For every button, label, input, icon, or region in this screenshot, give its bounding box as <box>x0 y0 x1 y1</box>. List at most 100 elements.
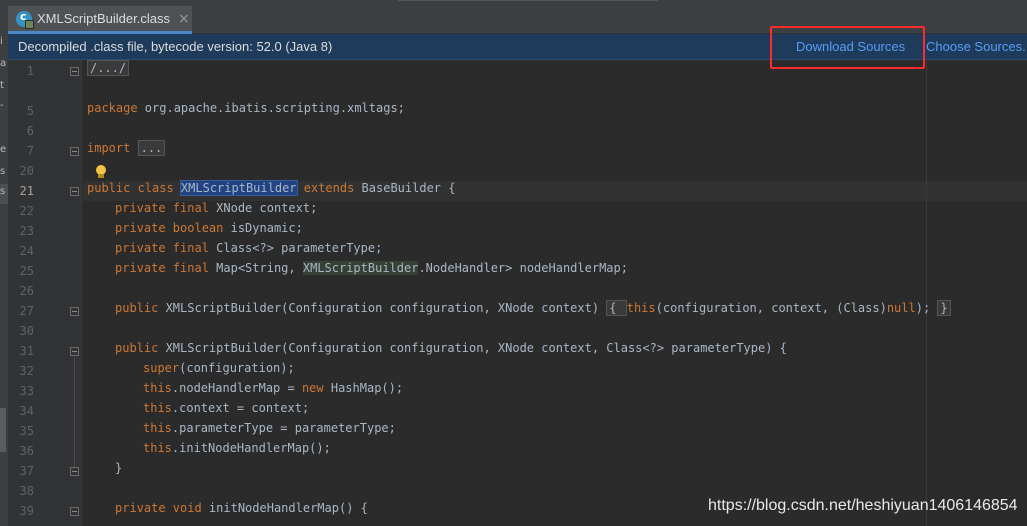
code-line-34[interactable]: this.context = context; <box>143 401 309 421</box>
code-text: XNode context; <box>216 201 318 215</box>
code-line-21[interactable]: public class XMLScriptBuilder extends Ba… <box>87 180 456 201</box>
usage-highlight: XMLScriptBuilder <box>302 261 419 275</box>
line-number: 37 <box>19 464 34 478</box>
selected-identifier: XMLScriptBuilder <box>179 180 298 196</box>
code-text: .context = context; <box>171 401 310 415</box>
fold-toggle-icon[interactable] <box>70 147 79 156</box>
right-margin-guide <box>926 60 927 526</box>
keyword: this <box>626 301 656 315</box>
code-line-22[interactable]: private final XNode context; <box>115 201 317 221</box>
code-text: Class<?> parameterType; <box>216 241 383 255</box>
line-number: 33 <box>19 384 34 398</box>
decompiled-message: Decompiled .class file, bytecode version… <box>18 39 333 54</box>
fold-toggle-icon[interactable] <box>70 307 79 316</box>
code-text: .nodeHandlerMap = <box>171 381 302 395</box>
keyword: private void <box>115 501 209 515</box>
lightbulb-icon[interactable] <box>95 165 106 179</box>
code-text: initNodeHandlerMap() { <box>208 501 368 515</box>
code-line-39[interactable]: private void initNodeHandlerMap() { <box>115 501 368 521</box>
code-text: XMLScriptBuilder(Configuration configura… <box>165 301 607 315</box>
class-file-icon <box>16 10 34 29</box>
code-text: .initNodeHandlerMap(); <box>171 441 331 455</box>
keyword: this <box>143 441 172 455</box>
keyword: null <box>886 301 916 315</box>
current-line-number: 21 <box>19 184 34 198</box>
code-line-35[interactable]: this.parameterType = parameterType; <box>143 421 396 441</box>
code-line-32[interactable]: super(configuration); <box>143 361 295 381</box>
tab-xmlscriptbuilder-class[interactable]: XMLScriptBuilder.class × <box>8 6 192 34</box>
line-number: 30 <box>19 324 34 338</box>
code-line-25[interactable]: private final Map<String, XMLScriptBuild… <box>115 261 628 281</box>
fold-toggle-icon[interactable] <box>70 67 79 76</box>
keyword: extends <box>296 181 362 195</box>
line-number: 31 <box>19 344 34 358</box>
fold-toggle-icon[interactable] <box>70 187 79 196</box>
code-text: XMLScriptBuilder(Configuration configura… <box>165 341 787 355</box>
panel-scrollbar[interactable] <box>0 408 6 452</box>
project-panel-edge[interactable]: i a t - e s s <box>0 0 8 526</box>
fold-toggle-icon[interactable] <box>70 347 79 356</box>
code-text: (configuration); <box>179 361 295 375</box>
code-line-36[interactable]: this.initNodeHandlerMap(); <box>143 441 331 461</box>
panel-fragment: - <box>0 100 4 111</box>
tab-label: XMLScriptBuilder.class <box>37 11 170 26</box>
code-line-6[interactable]: package org.apache.ibatis.scripting.xmlt… <box>87 101 405 121</box>
toolbar-divider <box>398 0 658 3</box>
choose-sources-link[interactable]: Choose Sources... <box>926 39 1027 54</box>
panel-fragment: s <box>0 166 6 177</box>
fold-toggle-icon[interactable] <box>70 507 79 516</box>
close-icon[interactable]: × <box>178 11 190 27</box>
code-line-33[interactable]: this.nodeHandlerMap = new HashMap(); <box>143 381 403 401</box>
fold-guide-line <box>74 357 75 467</box>
folded-block[interactable]: /.../ <box>87 60 130 76</box>
panel-fragment: t <box>0 80 4 91</box>
keyword: public <box>115 341 166 355</box>
line-number: 38 <box>19 484 34 498</box>
code-text: Map<String, <box>216 261 303 275</box>
panel-fragment: i <box>0 36 3 47</box>
line-number: 5 <box>26 104 34 118</box>
line-number: 36 <box>19 444 34 458</box>
keyword: new <box>301 381 331 395</box>
code-text: HashMap(); <box>330 381 404 395</box>
code-text: .NodeHandler> nodeHandlerMap; <box>418 261 628 275</box>
keyword: public <box>115 301 166 315</box>
line-number: 20 <box>19 164 34 178</box>
folded-brace[interactable]: { <box>606 300 627 316</box>
code-text: ); <box>915 301 938 315</box>
code-line-24[interactable]: private final Class<?> parameterType; <box>115 241 382 261</box>
folded-brace[interactable]: } <box>937 300 951 316</box>
line-number: 26 <box>19 284 34 298</box>
panel-fragment: e <box>0 144 7 155</box>
line-number: 34 <box>19 404 34 418</box>
fold-toggle-icon[interactable] <box>70 467 79 476</box>
code-line-27[interactable]: public XMLScriptBuilder(Configuration co… <box>115 300 951 321</box>
keyword: public class <box>87 181 181 195</box>
code-line-8[interactable]: import ... <box>87 140 166 161</box>
code-text: } <box>115 461 123 475</box>
keyword: this <box>143 401 172 415</box>
keyword: import <box>87 141 131 155</box>
code-text: BaseBuilder { <box>361 181 456 195</box>
folded-imports[interactable]: ... <box>137 140 166 156</box>
keyword: private boolean <box>115 221 231 235</box>
keyword: this <box>143 421 172 435</box>
line-number: 1 <box>26 64 34 78</box>
line-number: 6 <box>26 124 34 138</box>
line-number: 7 <box>26 144 34 158</box>
line-number: 25 <box>19 264 34 278</box>
line-number: 27 <box>19 304 34 318</box>
code-line-23[interactable]: private boolean isDynamic; <box>115 221 303 241</box>
line-number: 22 <box>19 204 34 218</box>
code-line-31[interactable]: public XMLScriptBuilder(Configuration co… <box>115 341 787 361</box>
keyword: private final <box>115 261 217 275</box>
line-number: 39 <box>19 504 34 518</box>
keyword: private final <box>115 241 217 255</box>
code-line-37[interactable]: } <box>115 461 122 481</box>
line-number: 23 <box>19 224 34 238</box>
keyword: this <box>143 381 172 395</box>
watermark-text: https://blog.csdn.net/heshiyuan140614685… <box>708 497 1018 514</box>
code-line-1[interactable]: /.../ <box>87 60 130 81</box>
line-number: 24 <box>19 244 34 258</box>
code-text: .parameterType = parameterType; <box>171 421 396 435</box>
